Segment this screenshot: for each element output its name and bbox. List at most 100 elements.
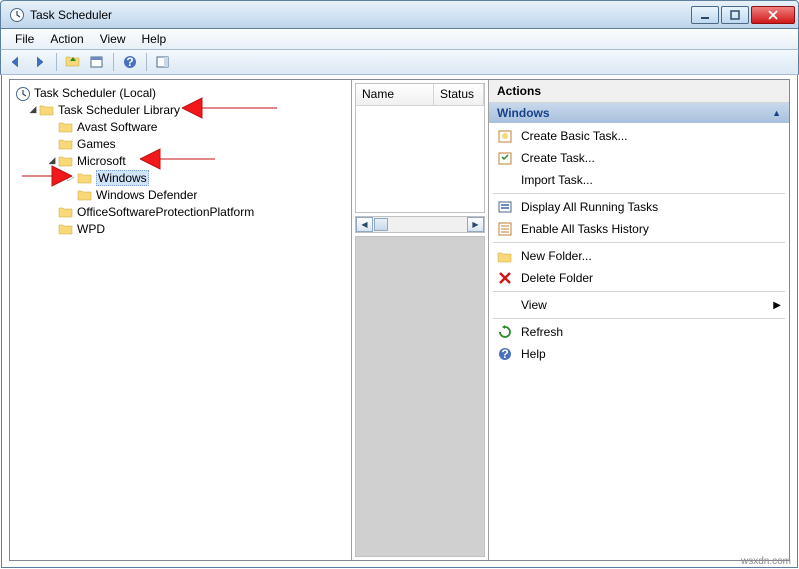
tree-label: OfficeSoftwareProtectionPlatform — [77, 205, 254, 219]
tree-root[interactable]: Task Scheduler (Local) — [14, 84, 347, 101]
separator — [493, 318, 785, 319]
action-display-running[interactable]: Display All Running Tasks — [489, 196, 789, 218]
tree-item-windows[interactable]: ▷ Windows — [14, 169, 347, 186]
expander-icon[interactable]: ◢ — [28, 104, 38, 115]
separator — [493, 193, 785, 194]
task-icon — [497, 128, 513, 144]
scroll-left-icon[interactable]: ◀ — [356, 217, 373, 232]
action-label: Help — [521, 347, 546, 361]
clock-icon — [15, 86, 31, 99]
tree-label: Windows Defender — [96, 188, 197, 202]
actions-pane: Actions Windows ▲ Create Basic Task... C… — [489, 80, 789, 560]
folder-icon — [77, 171, 93, 184]
action-label: Import Task... — [521, 173, 593, 187]
actions-context-label: Windows — [497, 106, 550, 120]
separator — [113, 53, 114, 71]
action-new-folder[interactable]: New Folder... — [489, 245, 789, 267]
column-name[interactable]: Name — [356, 84, 434, 105]
tree-label: Microsoft — [77, 154, 126, 168]
collapse-icon[interactable]: ▲ — [772, 108, 781, 118]
action-delete-folder[interactable]: Delete Folder — [489, 267, 789, 289]
action-label: Create Basic Task... — [521, 129, 628, 143]
task-list-pane: Name Status ◀ ▶ — [352, 80, 489, 560]
action-refresh[interactable]: Refresh — [489, 321, 789, 343]
folder-icon — [58, 222, 74, 235]
tree-item-avast[interactable]: Avast Software — [14, 118, 347, 135]
svg-text:?: ? — [501, 347, 508, 361]
tree-label: Task Scheduler Library — [58, 103, 180, 117]
task-icon — [497, 150, 513, 166]
detail-pane — [355, 236, 485, 557]
horizontal-scrollbar[interactable]: ◀ ▶ — [355, 216, 485, 233]
action-create-basic-task[interactable]: Create Basic Task... — [489, 125, 789, 147]
forward-button[interactable] — [29, 51, 51, 73]
task-list[interactable]: Name Status — [355, 83, 485, 213]
minimize-button[interactable] — [691, 6, 719, 24]
menu-file[interactable]: File — [7, 30, 42, 48]
action-help[interactable]: ? Help — [489, 343, 789, 365]
action-label: Create Task... — [521, 151, 595, 165]
tree-pane: Task Scheduler (Local) ◢ Task Scheduler … — [10, 80, 352, 560]
separator — [56, 53, 57, 71]
titlebar: Task Scheduler — [0, 0, 799, 29]
menu-action[interactable]: Action — [42, 30, 91, 48]
tree-item-wpd[interactable]: WPD — [14, 220, 347, 237]
action-label: Refresh — [521, 325, 563, 339]
folder-icon — [58, 205, 74, 218]
tree-item-library[interactable]: ◢ Task Scheduler Library — [14, 101, 347, 118]
watermark: wsxdn.com — [741, 556, 791, 567]
delete-icon — [497, 270, 513, 286]
refresh-icon — [497, 324, 513, 340]
actions-title: Actions — [489, 80, 789, 103]
tree-item-ospp[interactable]: OfficeSoftwareProtectionPlatform — [14, 203, 347, 220]
show-hide-button[interactable] — [152, 51, 174, 73]
tree-label: Games — [77, 137, 116, 151]
action-label: Delete Folder — [521, 271, 593, 285]
tree-item-games[interactable]: Games — [14, 135, 347, 152]
help-icon: ? — [497, 346, 513, 362]
properties-button[interactable] — [86, 51, 108, 73]
menu-help[interactable]: Help — [134, 30, 175, 48]
actions-context-header[interactable]: Windows ▲ — [489, 103, 789, 123]
scroll-thumb[interactable] — [374, 218, 388, 231]
maximize-button[interactable] — [721, 6, 749, 24]
tree-label: WPD — [77, 222, 105, 236]
svg-text:?: ? — [126, 55, 133, 69]
folder-icon — [39, 103, 55, 116]
content-area: Task Scheduler (Local) ◢ Task Scheduler … — [1, 75, 798, 568]
scroll-right-icon[interactable]: ▶ — [467, 217, 484, 232]
help-button[interactable]: ? — [119, 51, 141, 73]
tree-label: Windows — [96, 170, 149, 186]
tree[interactable]: Task Scheduler (Local) ◢ Task Scheduler … — [12, 82, 349, 239]
back-button[interactable] — [5, 51, 27, 73]
tree-label: Avast Software — [77, 120, 157, 134]
tree-item-microsoft[interactable]: ◢ Microsoft — [14, 152, 347, 169]
action-create-task[interactable]: Create Task... — [489, 147, 789, 169]
separator — [493, 291, 785, 292]
folder-icon — [58, 137, 74, 150]
action-import-task[interactable]: Import Task... — [489, 169, 789, 191]
window-title: Task Scheduler — [30, 8, 691, 22]
expander-icon[interactable]: ▷ — [66, 172, 76, 183]
app-icon — [9, 7, 25, 23]
column-status[interactable]: Status — [434, 84, 484, 105]
menubar: File Action View Help — [0, 29, 799, 49]
action-view[interactable]: View ▶ — [489, 294, 789, 316]
close-button[interactable] — [751, 6, 795, 24]
up-button[interactable] — [62, 51, 84, 73]
separator — [493, 242, 785, 243]
toolbar: ? — [0, 49, 799, 75]
action-label: New Folder... — [521, 249, 592, 263]
folder-icon — [58, 154, 74, 167]
blank-icon — [497, 297, 513, 313]
folder-icon — [58, 120, 74, 133]
menu-view[interactable]: View — [92, 30, 134, 48]
history-icon — [497, 221, 513, 237]
tree-label: Task Scheduler (Local) — [34, 86, 156, 100]
running-icon — [497, 199, 513, 215]
submenu-arrow-icon: ▶ — [773, 300, 781, 311]
action-label: View — [521, 298, 547, 312]
tree-item-defender[interactable]: Windows Defender — [14, 186, 347, 203]
action-enable-history[interactable]: Enable All Tasks History — [489, 218, 789, 240]
expander-icon[interactable]: ◢ — [47, 155, 57, 166]
